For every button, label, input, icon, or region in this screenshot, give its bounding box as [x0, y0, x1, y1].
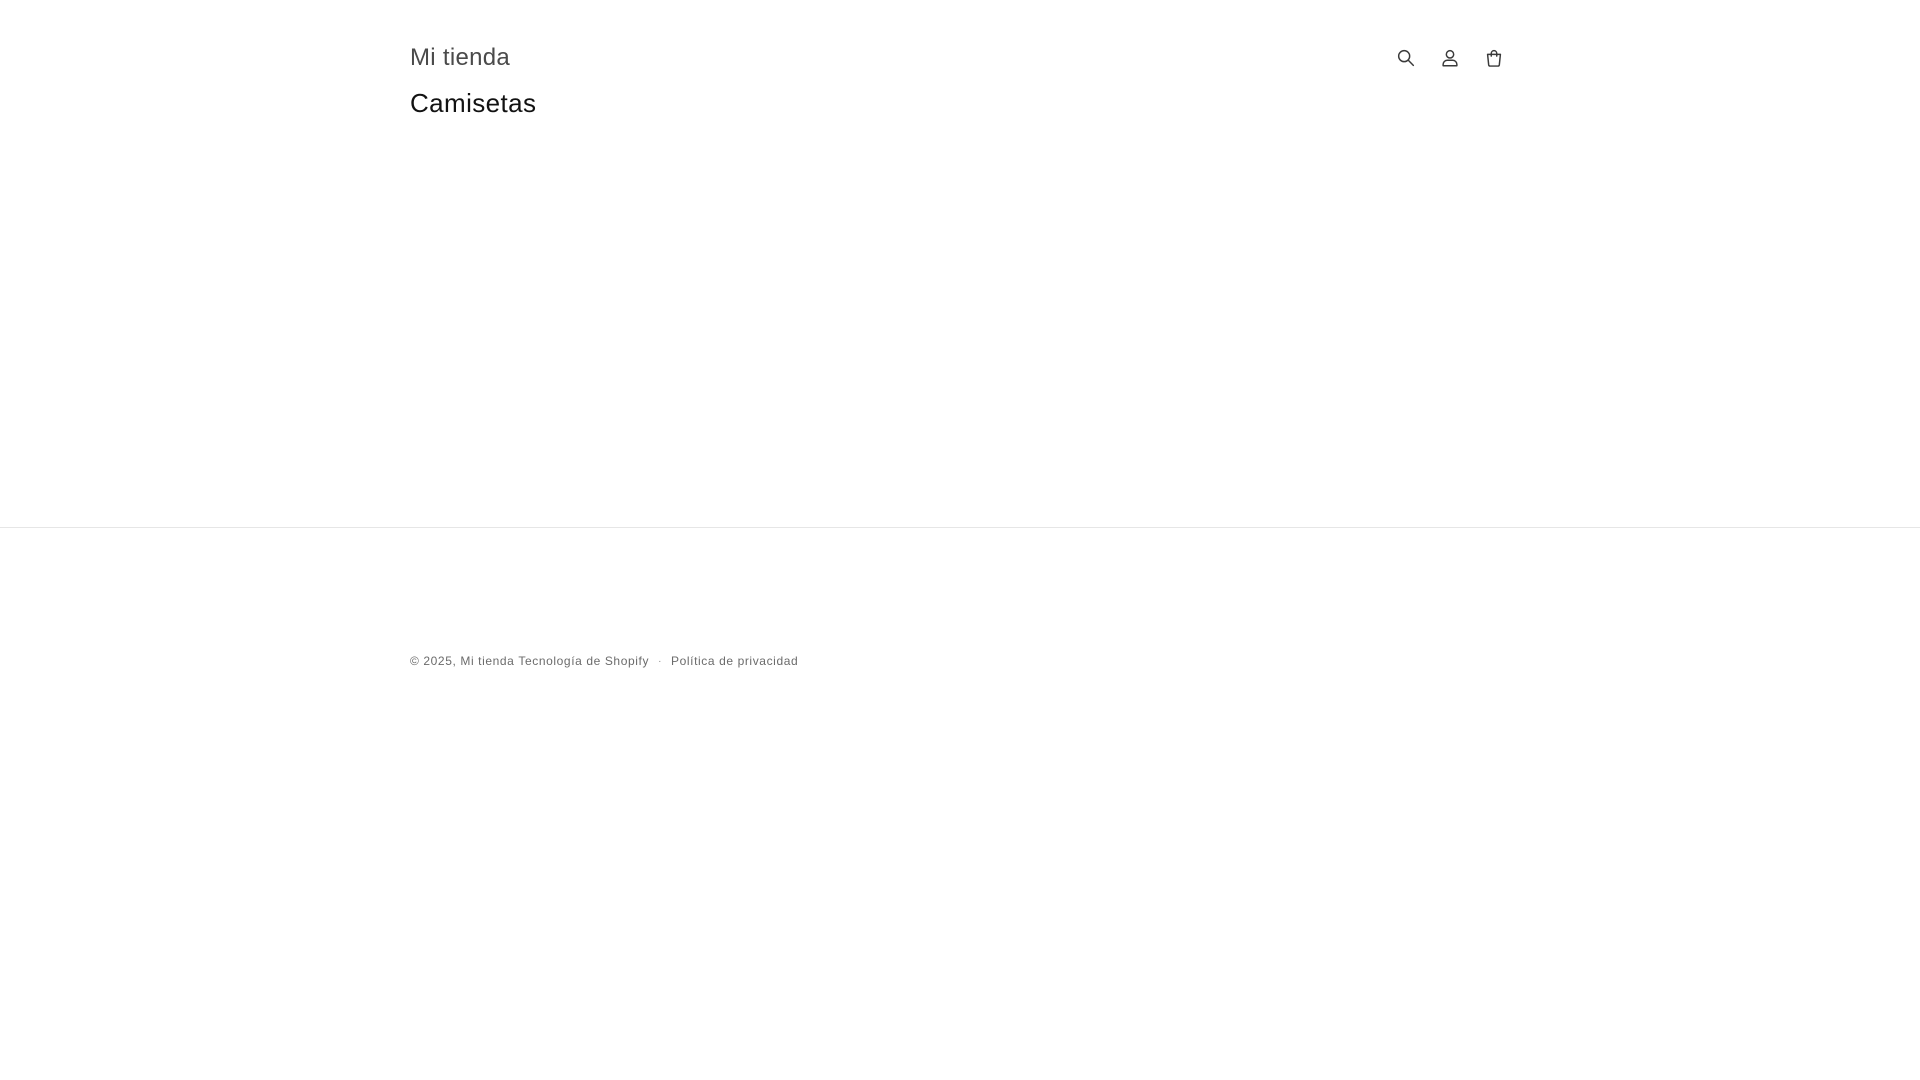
page-title: Camisetas [410, 88, 537, 118]
site-header: Mi tienda [410, 36, 1510, 80]
search-button[interactable] [1390, 42, 1422, 74]
footer-store-link[interactable]: Mi tienda [460, 654, 514, 668]
cart-icon [1486, 50, 1502, 67]
account-button[interactable] [1434, 42, 1466, 74]
footer-separator: · [658, 655, 662, 667]
copyright-text: © 2025, [410, 654, 457, 668]
cart-button[interactable] [1478, 42, 1510, 74]
footer-divider [0, 527, 1920, 528]
store-name-link[interactable]: Mi tienda [410, 44, 510, 72]
powered-by-shopify-link[interactable]: Tecnología de Shopify [518, 654, 649, 668]
search-icon [1397, 49, 1415, 67]
privacy-policy-link[interactable]: Política de privacidad [671, 654, 798, 668]
account-icon [1442, 49, 1458, 67]
footer-copyright: © 2025, Mi tienda Tecnología de Shopify … [410, 654, 798, 668]
page: Mi tienda Camisetas © 2025, Mi tienda Te… [0, 0, 1920, 1080]
header-icons [1390, 42, 1510, 74]
